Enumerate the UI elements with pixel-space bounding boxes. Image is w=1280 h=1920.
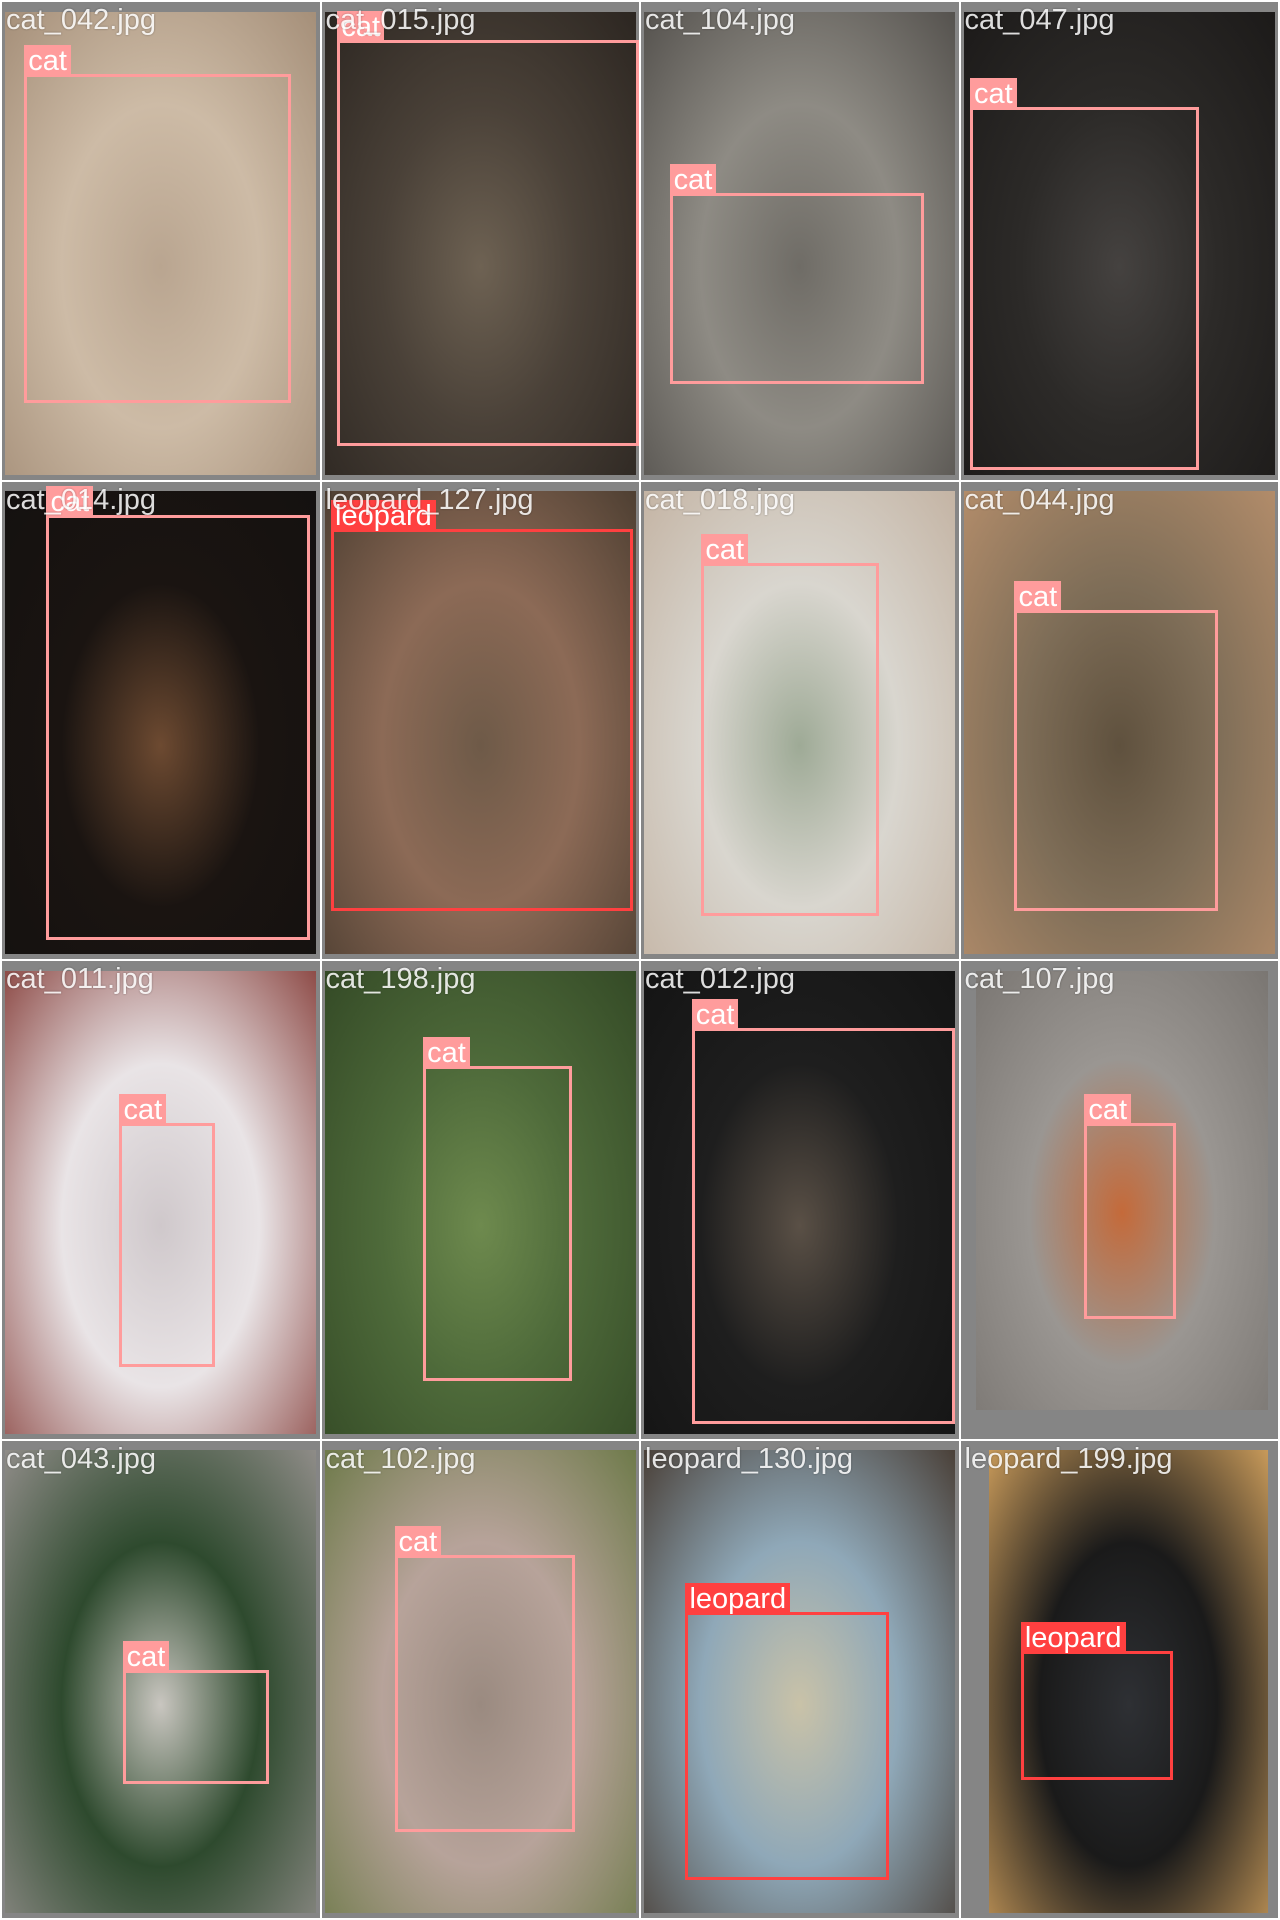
class-label: cat: [1084, 1094, 1131, 1127]
class-label: cat: [24, 44, 71, 77]
bounding-box: cat: [691, 998, 956, 1425]
image-tile: cat cat_011.jpg: [2, 961, 320, 1439]
bounding-box: cat: [701, 533, 880, 917]
bounding-box: cat: [337, 11, 639, 447]
class-label: cat: [970, 78, 1017, 111]
class-label: cat: [46, 485, 94, 518]
class-label: cat: [394, 1526, 442, 1559]
class-label: leopard: [331, 500, 436, 533]
image-tile: cat cat_043.jpg: [2, 1440, 320, 1918]
image-tile: cat cat_015.jpg: [321, 2, 639, 480]
image-tile: leopard leopard_199.jpg: [960, 1440, 1278, 1918]
image-tile: cat cat_042.jpg: [2, 2, 320, 480]
image-tile: cat cat_018.jpg: [641, 481, 959, 959]
bounding-box: cat: [119, 1094, 215, 1367]
class-label: cat: [669, 164, 717, 196]
bounding-box: cat: [122, 1640, 269, 1785]
bounding-box: cat: [970, 78, 1199, 470]
class-label: cat: [701, 533, 748, 566]
bounding-box: cat: [1084, 1094, 1177, 1320]
bounding-box: leopard: [685, 1583, 889, 1880]
image-tile: cat cat_014.jpg: [2, 481, 320, 959]
class-label: cat: [1014, 581, 1062, 614]
image-tile: cat cat_102.jpg: [321, 1440, 639, 1918]
image-tile: leopard leopard_130.jpg: [641, 1440, 959, 1918]
image-tile: cat cat_198.jpg: [321, 961, 639, 1439]
bounding-box: cat: [1014, 581, 1218, 912]
class-label: cat: [691, 998, 739, 1031]
detection-grid: cat cat_042.jpg cat cat_015.jpg cat cat_104.j…: [0, 0, 1280, 1920]
class-label: leopard: [1020, 1621, 1126, 1654]
bounding-box: cat: [669, 164, 924, 384]
class-label: leopard: [685, 1583, 791, 1616]
image-tile: cat cat_104.jpg: [641, 2, 959, 480]
bounding-box: cat: [46, 485, 310, 940]
bounding-box: cat: [423, 1037, 573, 1382]
bounding-box: leopard: [331, 500, 633, 912]
image-tile: cat cat_047.jpg: [960, 2, 1278, 480]
bounding-box: cat: [394, 1526, 576, 1833]
bounding-box: leopard: [1020, 1621, 1174, 1780]
class-label: cat: [119, 1094, 167, 1127]
image-tile: cat cat_044.jpg: [960, 481, 1278, 959]
class-label: cat: [423, 1037, 470, 1070]
bounding-box: cat: [24, 44, 291, 404]
class-label: cat: [122, 1640, 170, 1673]
class-label: cat: [337, 11, 385, 44]
image-tile: cat cat_012.jpg: [641, 961, 959, 1439]
image-tile: cat cat_107.jpg: [960, 961, 1278, 1439]
image-tile: leopard leopard_127.jpg: [321, 481, 639, 959]
